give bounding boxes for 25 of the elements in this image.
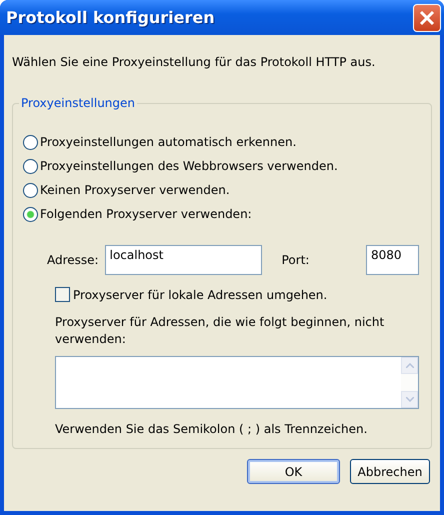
window-title: Protokoll konfigurieren	[6, 8, 215, 27]
checkbox[interactable]	[55, 287, 70, 302]
down-caret-icon	[406, 397, 414, 402]
radio-button[interactable]	[23, 182, 38, 198]
address-label: Adresse:	[47, 253, 99, 267]
port-label: Port:	[282, 253, 310, 267]
radio-label[interactable]: Proxyeinstellungen des Webbrowsers verwenden.	[40, 159, 338, 173]
separator-note: Verwenden Sie das Semikolon ( ; ) als Trennzeichen.	[55, 422, 368, 436]
radio-button[interactable]	[23, 206, 38, 222]
radio-label[interactable]: Folgenden Proxyserver verwenden:	[40, 207, 252, 221]
close-button[interactable]	[413, 4, 441, 32]
exceptions-label: Proxyserver für Adressen, die wie folgt beginnen, nicht verwenden:	[55, 314, 386, 348]
intro-text: Wählen Sie eine Proxyeinstellung für das Protokoll HTTP aus.	[12, 55, 376, 69]
cancel-button[interactable]: Abbrechen	[350, 459, 430, 484]
ok-button[interactable]: OK	[247, 459, 340, 484]
up-caret-icon	[406, 363, 414, 368]
radio-button[interactable]	[23, 134, 38, 150]
group-legend: Proxyeinstellungen	[19, 96, 138, 110]
radio-button[interactable]	[23, 158, 38, 174]
address-field[interactable]: localhost	[104, 245, 262, 275]
radio-label[interactable]: Keinen Proxyserver verwenden.	[40, 183, 230, 197]
close-icon	[419, 10, 435, 26]
checkbox-label[interactable]: Proxyserver für lokale Adressen umgehen.	[73, 288, 328, 302]
port-field[interactable]: 8080	[366, 245, 419, 275]
radio-label[interactable]: Proxyeinstellungen automatisch erkennen.	[40, 135, 296, 149]
